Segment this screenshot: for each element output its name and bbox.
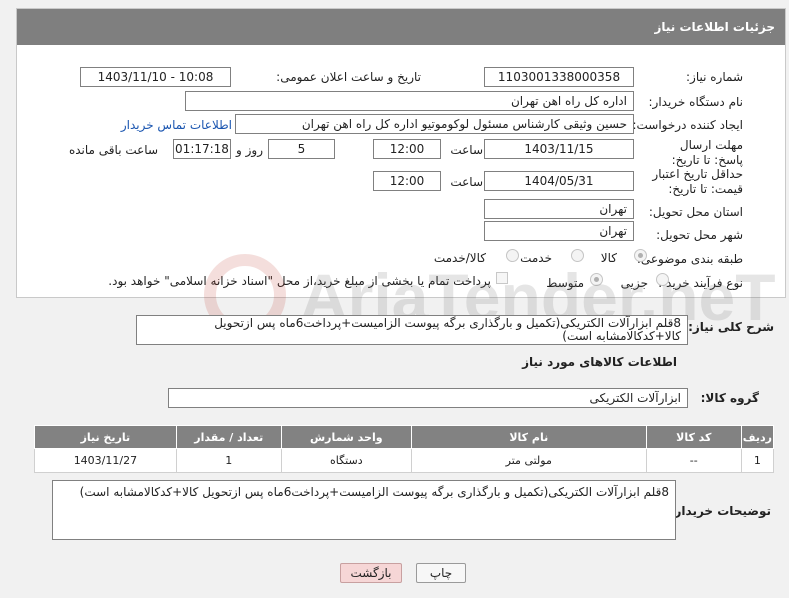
category-goods-radio[interactable] bbox=[634, 249, 647, 262]
goods-group-label: گروه کالا: bbox=[700, 391, 759, 405]
cell-need-date: 1403/11/27 bbox=[34, 448, 177, 473]
treasury-payment-checkbox[interactable] bbox=[496, 272, 508, 284]
goods-table: ردیف کد کالا نام کالا واحد شمارش تعداد /… bbox=[34, 425, 775, 473]
validity-time-field[interactable]: 12:00 bbox=[373, 171, 441, 191]
buyer-notes-label: توضیحات خریدار: bbox=[669, 504, 771, 518]
goods-section-title: اطلاعات کالاهای مورد نیاز bbox=[522, 355, 677, 369]
announce-field[interactable]: 1403/11/10 - 10:08 bbox=[80, 67, 231, 87]
province-field[interactable]: تهران bbox=[484, 199, 634, 219]
summary-field[interactable]: 8قلم ابزارآلات الکتریکی(تکمیل و بارگذاری… bbox=[136, 315, 688, 345]
table-header-row: ردیف کد کالا نام کالا واحد شمارش تعداد /… bbox=[34, 425, 775, 449]
validity-time-label: ساعت bbox=[450, 175, 483, 189]
process-label: نوع فرآیند خرید : bbox=[658, 276, 743, 290]
buyer-notes-field[interactable]: 8قلم ابزارآلات الکتریکی(تکمیل و بارگذاری… bbox=[52, 480, 676, 540]
buyer-org-field[interactable]: اداره کل راه اهن تهران bbox=[185, 91, 634, 111]
goods-group-field[interactable]: ابزارآلات الکتریکی bbox=[168, 388, 688, 408]
col-code: کد کالا bbox=[645, 425, 742, 449]
deadline-time-field[interactable]: 12:00 bbox=[373, 139, 441, 159]
creator-label: ایجاد کننده درخواست: bbox=[632, 118, 743, 132]
cell-code: -- bbox=[645, 448, 742, 473]
city-field[interactable]: تهران bbox=[484, 221, 634, 241]
category-goods-label: کالا bbox=[600, 251, 617, 265]
deadline-time-label: ساعت bbox=[450, 143, 483, 157]
process-minor-radio[interactable] bbox=[656, 273, 669, 286]
creator-field[interactable]: حسین وثیقی کارشناس مسئول لوکوموتیو اداره… bbox=[235, 114, 634, 134]
print-button[interactable]: چاپ bbox=[416, 563, 466, 583]
cell-unit: دستگاه bbox=[280, 448, 412, 473]
category-both-radio[interactable] bbox=[506, 249, 519, 262]
category-both-label: کالا/خدمت bbox=[433, 251, 486, 265]
buyer-org-label: نام دستگاه خریدار: bbox=[648, 95, 744, 109]
panel-title: جزئیات اطلاعات نیاز bbox=[17, 9, 785, 45]
deadline-date-field[interactable]: 1403/11/15 bbox=[484, 139, 634, 159]
col-quantity: تعداد / مقدار bbox=[175, 425, 282, 449]
table-row[interactable]: 1 -- مولتی متر دستگاه 1 1403/11/27 bbox=[34, 448, 775, 473]
back-button[interactable]: بازگشت bbox=[340, 563, 402, 583]
process-medium-radio[interactable] bbox=[590, 273, 603, 286]
days-label: روز و bbox=[236, 143, 263, 157]
col-unit: واحد شمارش bbox=[280, 425, 412, 449]
payment-note: پرداخت تمام یا بخشی از مبلغ خرید،از محل … bbox=[108, 274, 491, 288]
validity-label: حداقل تاریخ اعتبار قیمت: تا تاریخ: bbox=[652, 167, 743, 196]
category-service-radio[interactable] bbox=[571, 249, 584, 262]
deadline-label: مهلت ارسال پاسخ: تا تاریخ: bbox=[671, 138, 743, 167]
category-label: طبقه بندی موضوعی: bbox=[636, 252, 743, 266]
city-label: شهر محل تحویل: bbox=[656, 228, 743, 242]
cell-quantity: 1 bbox=[175, 448, 282, 473]
days-field[interactable]: 5 bbox=[268, 139, 335, 159]
cell-row: 1 bbox=[740, 448, 775, 473]
cell-name: مولتی متر bbox=[410, 448, 647, 473]
need-number-label: شماره نیاز: bbox=[686, 70, 743, 84]
province-label: استان محل تحویل: bbox=[648, 205, 743, 219]
process-medium-label: متوسط bbox=[546, 276, 584, 290]
need-number-field[interactable]: 1103001338000358 bbox=[484, 67, 634, 87]
col-need-date: تاریخ نیاز bbox=[34, 425, 177, 449]
col-row: ردیف bbox=[740, 425, 775, 449]
remaining-label: ساعت باقی مانده bbox=[68, 143, 158, 157]
process-minor-label: جزیی bbox=[620, 276, 648, 290]
announce-label: تاریخ و ساعت اعلان عمومی: bbox=[276, 70, 421, 84]
remaining-time-field[interactable]: 01:17:18 bbox=[173, 139, 231, 159]
validity-date-field[interactable]: 1404/05/31 bbox=[484, 171, 634, 191]
summary-label: شرح کلی نیاز: bbox=[688, 320, 774, 334]
contact-info-link[interactable]: اطلاعات تماس خریدار bbox=[121, 118, 232, 132]
col-name: نام کالا bbox=[410, 425, 647, 449]
category-service-label: خدمت bbox=[520, 251, 552, 265]
